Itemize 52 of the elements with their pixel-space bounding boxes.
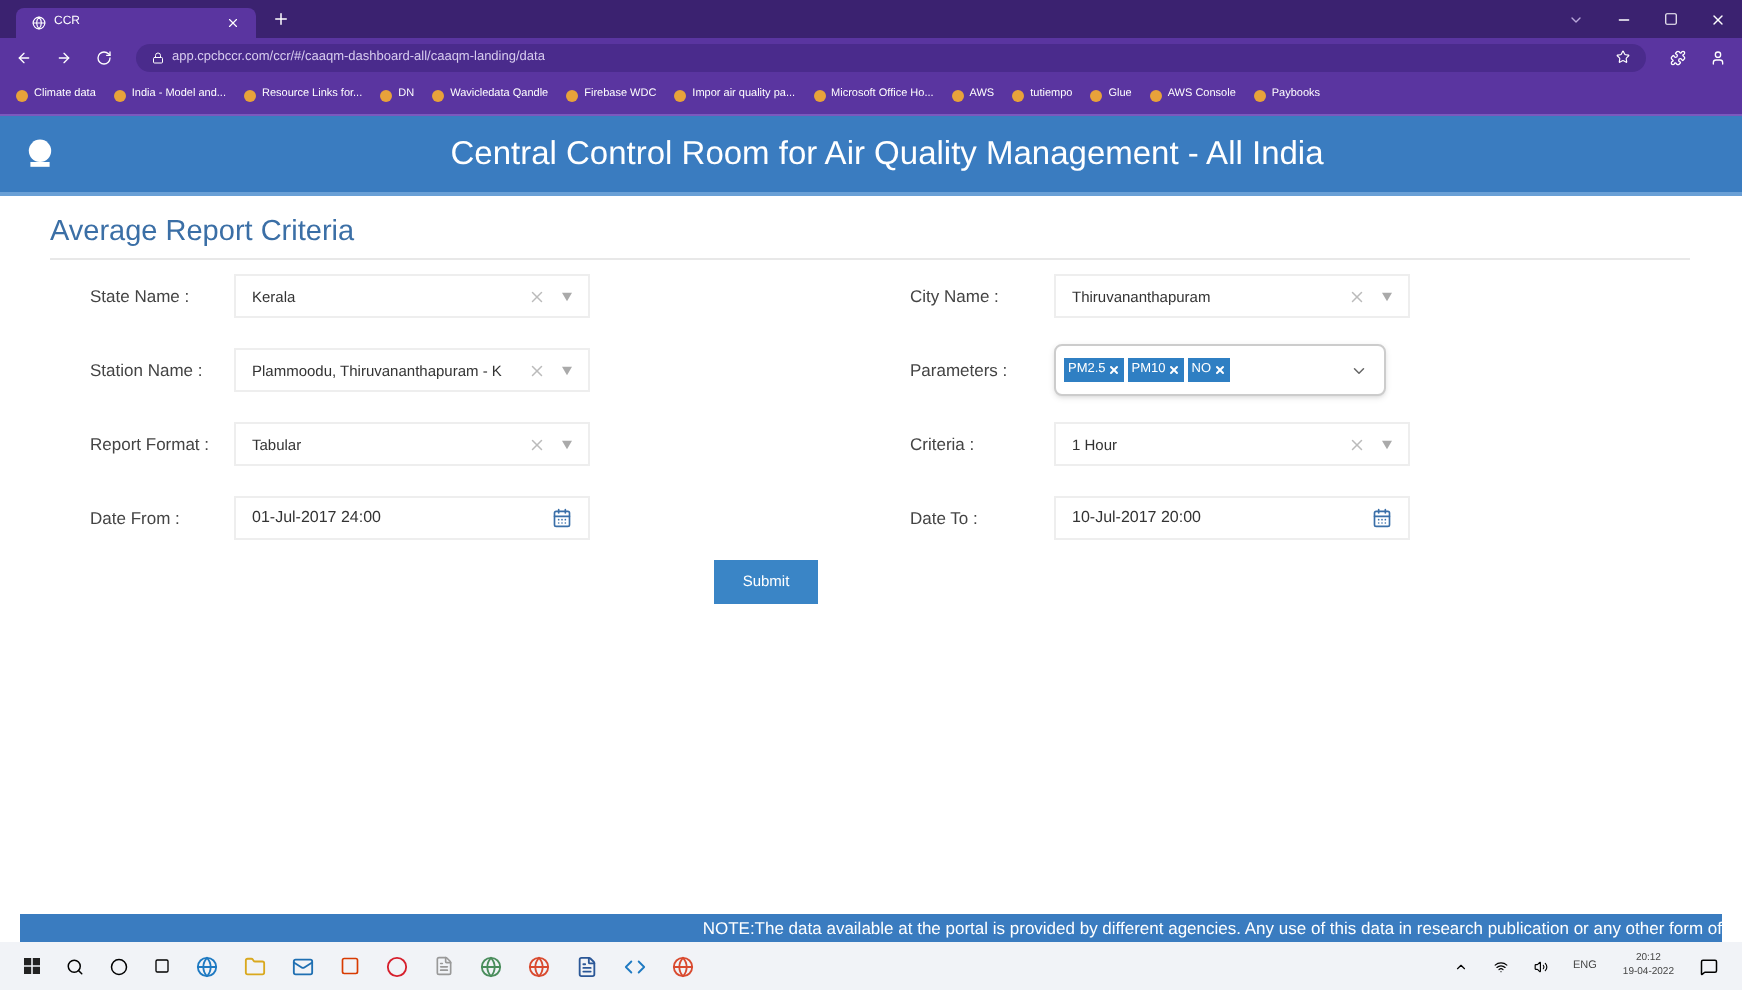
globe-icon[interactable] — [672, 955, 694, 977]
speaker-icon[interactable] — [1533, 959, 1547, 973]
field-label: State Name : — [90, 283, 192, 310]
note-banner: NOTE:The data available at the portal is provided by different agencies. Any use of this data in research publication or any other form of — [20, 914, 1722, 942]
caret-icon — [1382, 291, 1392, 302]
section-heading: Average Report Criteria — [50, 212, 1690, 260]
globe-icon[interactable] — [480, 955, 502, 977]
caret-icon — [1382, 439, 1392, 450]
lock-icon — [152, 51, 164, 63]
forward-icon[interactable] — [56, 49, 72, 65]
field-label: Parameters : — [910, 357, 1010, 384]
star-icon[interactable] — [1616, 50, 1630, 64]
date-field[interactable]: 01-Jul-2017 24:00 — [234, 496, 590, 541]
globe-icon[interactable] — [528, 955, 550, 977]
back-icon[interactable] — [16, 49, 32, 65]
circle-icon[interactable] — [110, 957, 128, 975]
remove-icon[interactable] — [1213, 364, 1226, 377]
close-icon[interactable] — [1710, 11, 1726, 27]
caret-icon — [562, 365, 572, 376]
field-label: Date To : — [910, 505, 980, 532]
caret-icon — [562, 291, 572, 302]
logo-icon — [24, 138, 56, 170]
calendar-icon[interactable] — [552, 508, 572, 529]
code-icon[interactable] — [624, 955, 646, 977]
field-label: Report Format : — [90, 431, 212, 458]
globe-icon[interactable] — [196, 955, 218, 977]
field-label: Criteria : — [910, 431, 977, 458]
page-title: Central Control Room for Air Quality Management - All India — [448, 133, 1326, 176]
document-icon[interactable] — [576, 955, 598, 977]
search-icon[interactable] — [66, 957, 84, 975]
windows-icon[interactable] — [24, 958, 40, 974]
profile-icon[interactable] — [1710, 49, 1726, 65]
remove-icon[interactable] — [1107, 364, 1120, 377]
office-icon[interactable] — [340, 956, 360, 976]
puzzle-icon[interactable] — [1670, 49, 1686, 65]
reload-icon[interactable] — [96, 49, 112, 65]
maximize-icon[interactable] — [1664, 12, 1678, 26]
notifications-icon[interactable] — [1700, 957, 1718, 975]
chevron-up-icon[interactable] — [1453, 959, 1467, 973]
calendar-icon[interactable] — [1372, 508, 1392, 529]
wifi-icon[interactable] — [1493, 959, 1507, 973]
new-tab-icon[interactable] — [272, 10, 290, 28]
field-label: Station Name : — [90, 357, 205, 384]
field-label: Date From : — [90, 505, 182, 532]
task-view-icon[interactable] — [154, 958, 170, 974]
globe-icon — [32, 16, 46, 30]
field-label: City Name : — [910, 283, 1001, 310]
mail-icon[interactable] — [292, 955, 314, 977]
caret-icon — [562, 439, 572, 450]
date-field[interactable]: 10-Jul-2017 20:00 — [1054, 496, 1410, 541]
remove-icon[interactable] — [1167, 364, 1180, 377]
close-icon[interactable] — [226, 16, 240, 30]
